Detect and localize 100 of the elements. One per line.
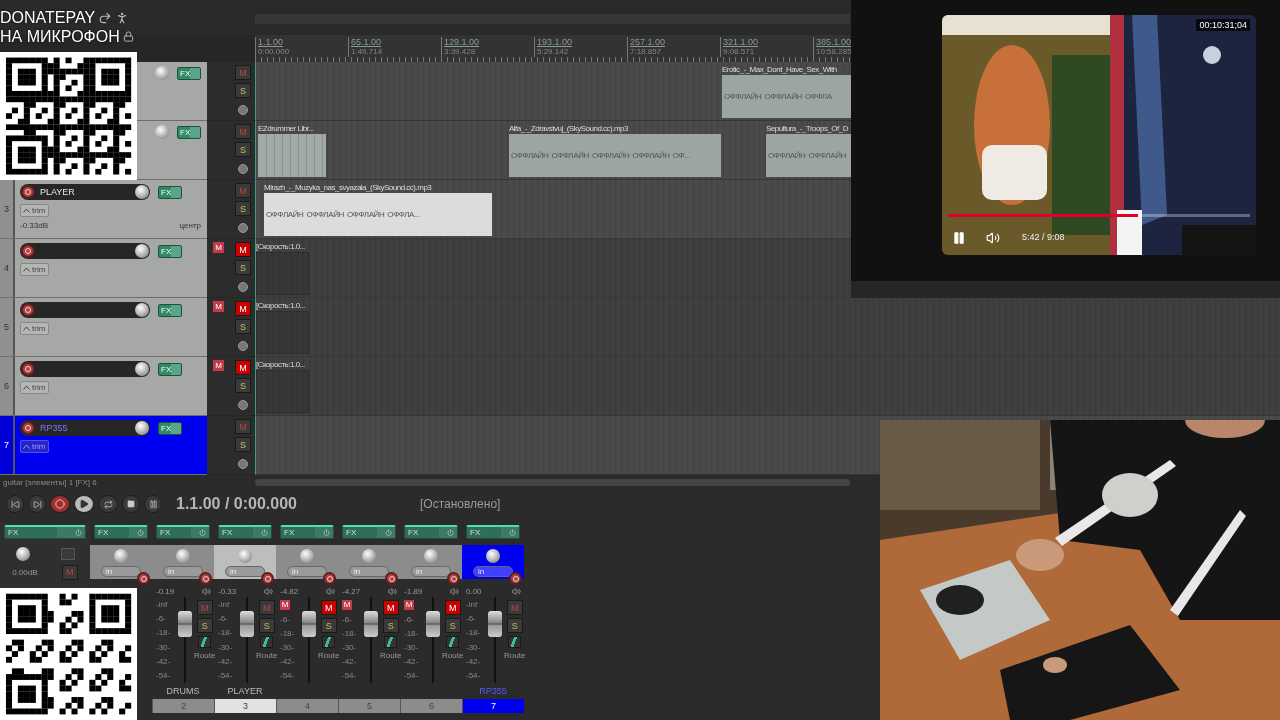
- mute-button[interactable]: M: [235, 360, 251, 375]
- solo-button[interactable]: S: [506, 618, 523, 633]
- volume-knob[interactable]: [135, 244, 149, 258]
- strip-number-bar[interactable]: 4: [276, 699, 338, 713]
- fx-button[interactable]: FX: [177, 66, 201, 80]
- redo-icon[interactable]: [98, 10, 113, 25]
- fx-button[interactable]: FX: [156, 525, 210, 539]
- record-arm-button[interactable]: [21, 244, 35, 258]
- fx-button[interactable]: FX: [94, 525, 148, 539]
- record-button[interactable]: [50, 495, 70, 513]
- fx-button[interactable]: FX: [466, 525, 520, 539]
- record-arm-button[interactable]: [509, 572, 522, 585]
- solo-button[interactable]: S: [235, 437, 251, 452]
- trim-button[interactable]: trim: [20, 381, 50, 394]
- pause-button[interactable]: [952, 231, 966, 245]
- fx-button[interactable]: FX: [158, 421, 182, 435]
- record-arm-button[interactable]: [21, 303, 35, 317]
- mute-button[interactable]: M: [382, 600, 399, 615]
- mute-button[interactable]: M: [235, 301, 251, 316]
- track-header[interactable]: 3 PLAYER FX trim -0.33dB центр: [0, 180, 207, 239]
- solo-button[interactable]: S: [235, 201, 251, 216]
- track-header[interactable]: FX: [137, 62, 207, 121]
- play-button[interactable]: [74, 495, 94, 513]
- fx-button[interactable]: FX: [158, 303, 182, 317]
- solo-button[interactable]: S: [196, 618, 213, 633]
- record-arm-button[interactable]: [323, 572, 336, 585]
- solo-button[interactable]: S: [235, 319, 251, 334]
- route-icon[interactable]: [322, 636, 336, 648]
- mute-button[interactable]: M: [320, 600, 337, 615]
- route-icon[interactable]: [508, 636, 522, 648]
- volume-fader[interactable]: [178, 611, 192, 637]
- route-icon[interactable]: [384, 636, 398, 648]
- track-header[interactable]: 7 RP355 FX trim: [0, 416, 207, 475]
- track-header[interactable]: 6 FX trim: [0, 357, 207, 416]
- volume-fader[interactable]: [302, 611, 316, 637]
- fx-button[interactable]: FX: [342, 525, 396, 539]
- pause-button[interactable]: [144, 495, 162, 513]
- record-arm-button[interactable]: [21, 362, 35, 376]
- track-header[interactable]: FX: [137, 121, 207, 180]
- meter-scale-label: -42-: [218, 656, 234, 666]
- solo-button[interactable]: S: [320, 618, 337, 633]
- volume-knob[interactable]: [135, 185, 149, 199]
- solo-button[interactable]: S: [382, 618, 399, 633]
- solo-button[interactable]: S: [258, 618, 275, 633]
- timecode: 00:10:31;04: [1196, 19, 1250, 31]
- solo-button[interactable]: S: [235, 83, 251, 98]
- fx-button[interactable]: FX: [158, 244, 182, 258]
- fx-button[interactable]: FX: [218, 525, 272, 539]
- record-arm-button[interactable]: [21, 185, 35, 199]
- record-arm-button[interactable]: [199, 572, 212, 585]
- record-arm-button[interactable]: [261, 572, 274, 585]
- stop-button[interactable]: [122, 495, 140, 513]
- record-arm-button[interactable]: [447, 572, 460, 585]
- trim-button[interactable]: trim: [20, 322, 50, 335]
- input-button[interactable]: in: [473, 566, 513, 577]
- volume-knob[interactable]: [135, 362, 149, 376]
- record-arm-button[interactable]: [385, 572, 398, 585]
- route-icon[interactable]: [260, 636, 274, 648]
- strip-number-bar[interactable]: 2: [152, 699, 214, 713]
- solo-button[interactable]: S: [235, 142, 251, 157]
- volume-knob[interactable]: [135, 303, 149, 317]
- trim-button[interactable]: trim: [20, 440, 50, 453]
- repeat-button[interactable]: [98, 495, 118, 513]
- mute-button[interactable]: M: [444, 600, 461, 615]
- route-icon[interactable]: [198, 636, 212, 648]
- pan-knob[interactable]: [486, 549, 500, 563]
- mute-button[interactable]: M: [235, 242, 251, 257]
- track-header[interactable]: 4 FX trim: [0, 239, 207, 298]
- route-icon[interactable]: [446, 636, 460, 648]
- strip-number-bar[interactable]: 3: [214, 699, 276, 713]
- lock-icon[interactable]: [122, 31, 134, 42]
- skip-back-button[interactable]: [6, 495, 24, 513]
- fx-button[interactable]: FX: [404, 525, 458, 539]
- volume-fader[interactable]: [240, 611, 254, 637]
- track-header[interactable]: 5 FX trim: [0, 298, 207, 357]
- strip-number-bar[interactable]: 5: [338, 699, 400, 713]
- volume-fader[interactable]: [488, 611, 502, 637]
- item-title: EZdrummer Libr...: [258, 124, 315, 134]
- scrollbar[interactable]: [255, 478, 850, 486]
- volume-fader[interactable]: [426, 611, 440, 637]
- record-arm-button[interactable]: [21, 421, 35, 435]
- volume-button[interactable]: [986, 231, 1000, 245]
- fx-button[interactable]: FX: [280, 525, 334, 539]
- strip-number-bar[interactable]: 7: [462, 699, 524, 713]
- trim-button[interactable]: trim: [20, 204, 50, 217]
- fx-button[interactable]: FX: [177, 125, 201, 139]
- record-arm-button[interactable]: [137, 572, 150, 585]
- skip-back-icon: [10, 499, 20, 509]
- fx-button[interactable]: FX: [158, 185, 182, 199]
- solo-button[interactable]: S: [235, 378, 251, 393]
- fx-button[interactable]: FX: [4, 525, 86, 539]
- trim-button[interactable]: trim: [20, 263, 50, 276]
- strip-number-bar[interactable]: 6: [400, 699, 462, 713]
- volume-knob[interactable]: [135, 421, 149, 435]
- solo-button[interactable]: S: [235, 260, 251, 275]
- pan-knob[interactable]: [15, 547, 30, 561]
- skip-forward-button[interactable]: [28, 495, 46, 513]
- solo-button[interactable]: S: [444, 618, 461, 633]
- fx-button[interactable]: FX: [158, 362, 182, 376]
- volume-fader[interactable]: [364, 611, 378, 637]
